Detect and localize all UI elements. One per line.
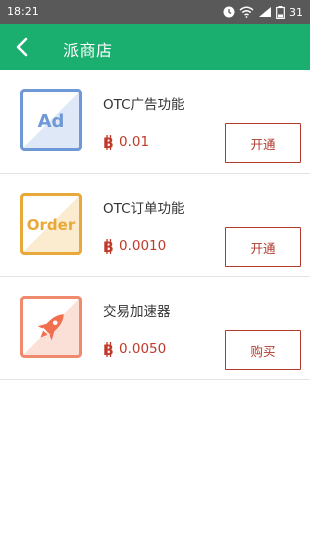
list-item-trade-accelerator: 交易加速器 B 0.0050 购买 <box>0 277 310 380</box>
item-price: B 0.0050 <box>103 341 166 357</box>
item-name: OTC广告功能 <box>103 97 185 113</box>
battery-level: 31 <box>289 5 303 19</box>
item-name: 交易加速器 <box>103 304 171 320</box>
price-value: 0.0050 <box>119 341 167 357</box>
bitcoin-icon: B <box>103 341 114 357</box>
back-arrow-icon[interactable] <box>12 36 34 58</box>
item-price: B 0.01 <box>103 134 149 150</box>
list-item-otc-ad: Ad OTC广告功能 B 0.01 开通 <box>0 70 310 174</box>
signal-icon <box>259 7 271 17</box>
alarm-icon <box>223 6 235 18</box>
order-icon-label: Order <box>27 216 76 234</box>
item-price: B 0.0010 <box>103 238 166 254</box>
activate-button[interactable]: 开通 <box>225 123 301 163</box>
svg-text:B: B <box>103 343 114 357</box>
battery-icon <box>276 5 285 19</box>
app-bar: 派商店 <box>0 24 310 70</box>
item-name: OTC订单功能 <box>103 201 185 217</box>
svg-text:B: B <box>103 136 114 150</box>
bitcoin-icon: B <box>103 238 114 254</box>
ad-icon: Ad <box>20 89 82 151</box>
ad-icon-label: Ad <box>38 111 65 132</box>
activate-button[interactable]: 开通 <box>225 227 301 267</box>
price-value: 0.0010 <box>119 238 167 254</box>
status-bar: 18:21 31 <box>0 0 310 24</box>
wifi-icon <box>239 6 254 18</box>
order-icon: Order <box>20 193 82 255</box>
bitcoin-icon: B <box>103 134 114 150</box>
status-time: 18:21 <box>7 5 39 18</box>
price-value: 0.01 <box>119 134 150 150</box>
list-item-otc-order: Order OTC订单功能 B 0.0010 开通 <box>0 174 310 277</box>
svg-text:B: B <box>103 240 114 254</box>
product-list: Ad OTC广告功能 B 0.01 开通 Order OTC订单功能 B 0.0… <box>0 70 310 380</box>
buy-button[interactable]: 购买 <box>225 330 301 370</box>
rocket-icon <box>20 296 82 358</box>
status-icons: 31 <box>223 3 303 21</box>
page-title: 派商店 <box>63 41 113 60</box>
